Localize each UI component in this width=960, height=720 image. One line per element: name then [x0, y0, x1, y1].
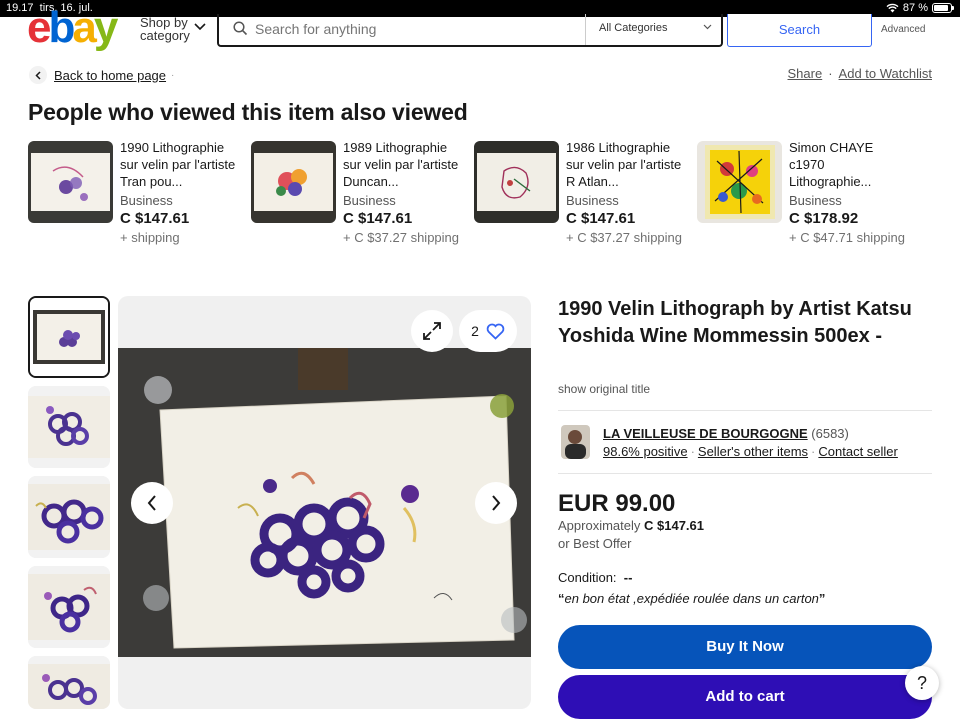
add-to-watchlist-link[interactable]: Add to Watchlist	[839, 66, 932, 81]
card-shipping: + C $47.71 shipping	[789, 230, 906, 245]
battery-percent: 87 %	[902, 2, 928, 14]
watch-button[interactable]: 2	[459, 310, 517, 352]
add-to-cart-button[interactable]: Add to cart	[558, 675, 932, 719]
card-title[interactable]: 1986 Lithographie sur velin par l'artist…	[566, 139, 682, 190]
breadcrumb: Back to home page ·	[29, 66, 174, 84]
item-price: EUR 99.00	[558, 490, 676, 517]
seller-feedback-count[interactable]: (6583)	[811, 426, 849, 441]
search-button[interactable]: Search	[727, 14, 872, 47]
search-icon	[233, 21, 248, 36]
gallery-thumbnail[interactable]	[28, 566, 110, 648]
divider	[585, 14, 586, 45]
card-condition: Business	[343, 193, 396, 208]
gallery-thumbnail[interactable]	[28, 476, 110, 558]
card-title[interactable]: 1990 Lithographie sur velin par l'artist…	[120, 139, 236, 190]
floral-lithograph-thumbnail[interactable]	[251, 141, 336, 223]
card-price: C $147.61	[120, 210, 190, 227]
condition: Condition: --	[558, 570, 633, 585]
contact-seller-link[interactable]: Contact seller	[818, 444, 897, 459]
buy-it-now-button[interactable]: Buy It Now	[558, 625, 932, 669]
gallery-thumbnail[interactable]	[28, 656, 110, 709]
card-price: C $147.61	[343, 210, 413, 227]
purple-sketch-lithograph-thumbnail[interactable]	[28, 141, 113, 223]
item-title: 1990 Velin Lithograph by Artist Katsu Yo…	[558, 298, 912, 347]
seller-info: LA VEILLEUSE DE BOURGOGNE (6583) 98.6% p…	[603, 426, 898, 459]
chevron-left-icon[interactable]	[29, 66, 47, 84]
card-shipping: + C $37.27 shipping	[343, 230, 460, 245]
show-original-title-link[interactable]: show original title	[558, 382, 650, 396]
approx-price: Approximately C $147.61	[558, 518, 704, 533]
help-button[interactable]: ?	[905, 666, 939, 700]
card-condition: Business	[120, 193, 173, 208]
divider	[558, 473, 932, 474]
card-title[interactable]: Simon CHAYE c1970 Lithographie...	[789, 139, 905, 190]
divider	[558, 410, 932, 411]
previous-image-button[interactable]	[131, 482, 173, 524]
positive-feedback-link[interactable]: 98.6% positive	[603, 444, 688, 459]
best-offer-text: or Best Offer	[558, 536, 632, 551]
main-image-viewer[interactable]: 2	[118, 296, 531, 709]
separator-dot: ·	[828, 66, 833, 81]
search-bar: All Categories	[217, 14, 723, 47]
ebay-logo[interactable]: ebay	[27, 6, 118, 50]
section-heading: People who viewed this item also viewed	[28, 99, 468, 125]
item-actions: Share · Add to Watchlist	[788, 66, 933, 81]
card-price: C $178.92	[789, 210, 859, 227]
card-title[interactable]: 1989 Lithographie sur velin par l'artist…	[343, 139, 459, 190]
avatar[interactable]	[561, 425, 590, 459]
wifi-icon	[886, 3, 899, 13]
share-link[interactable]: Share	[788, 66, 823, 81]
card-shipping: + C $37.27 shipping	[566, 230, 683, 245]
battery-icon	[932, 3, 954, 13]
heart-icon	[486, 323, 505, 340]
seller-other-items-link[interactable]: Seller's other items	[698, 444, 808, 459]
next-image-button[interactable]	[475, 482, 517, 524]
chevron-down-icon[interactable]	[703, 24, 712, 30]
card-condition: Business	[566, 193, 619, 208]
expand-icon	[423, 322, 441, 340]
back-to-home-link[interactable]: Back to home page	[54, 68, 166, 83]
lithograph-photo[interactable]	[118, 348, 531, 657]
card-price: C $147.61	[566, 210, 636, 227]
card-shipping: + shipping	[120, 230, 180, 245]
separator-dot: ·	[171, 69, 175, 81]
seller-name-link[interactable]: LA VEILLEUSE DE BOURGOGNE	[603, 426, 808, 441]
gallery-thumbnail[interactable]	[28, 296, 110, 378]
chevron-right-icon	[492, 495, 501, 511]
shop-by-category[interactable]: Shop by category	[140, 16, 190, 42]
condition-note: “en bon état ,expédiée roulée dans un ca…	[558, 591, 826, 606]
chevron-left-icon	[147, 495, 156, 511]
watch-count: 2	[471, 323, 479, 339]
expand-button[interactable]	[411, 310, 453, 352]
advanced-search-link[interactable]: Advanced	[881, 24, 925, 35]
chevron-down-icon[interactable]	[194, 23, 206, 31]
yellow-flower-lithograph-thumbnail[interactable]	[697, 141, 782, 223]
card-condition: Business	[789, 193, 842, 208]
gallery-thumbnail[interactable]	[28, 386, 110, 468]
category-select[interactable]: All Categories	[599, 22, 667, 34]
figure-lithograph-thumbnail[interactable]	[474, 141, 559, 223]
search-input[interactable]	[255, 18, 575, 40]
